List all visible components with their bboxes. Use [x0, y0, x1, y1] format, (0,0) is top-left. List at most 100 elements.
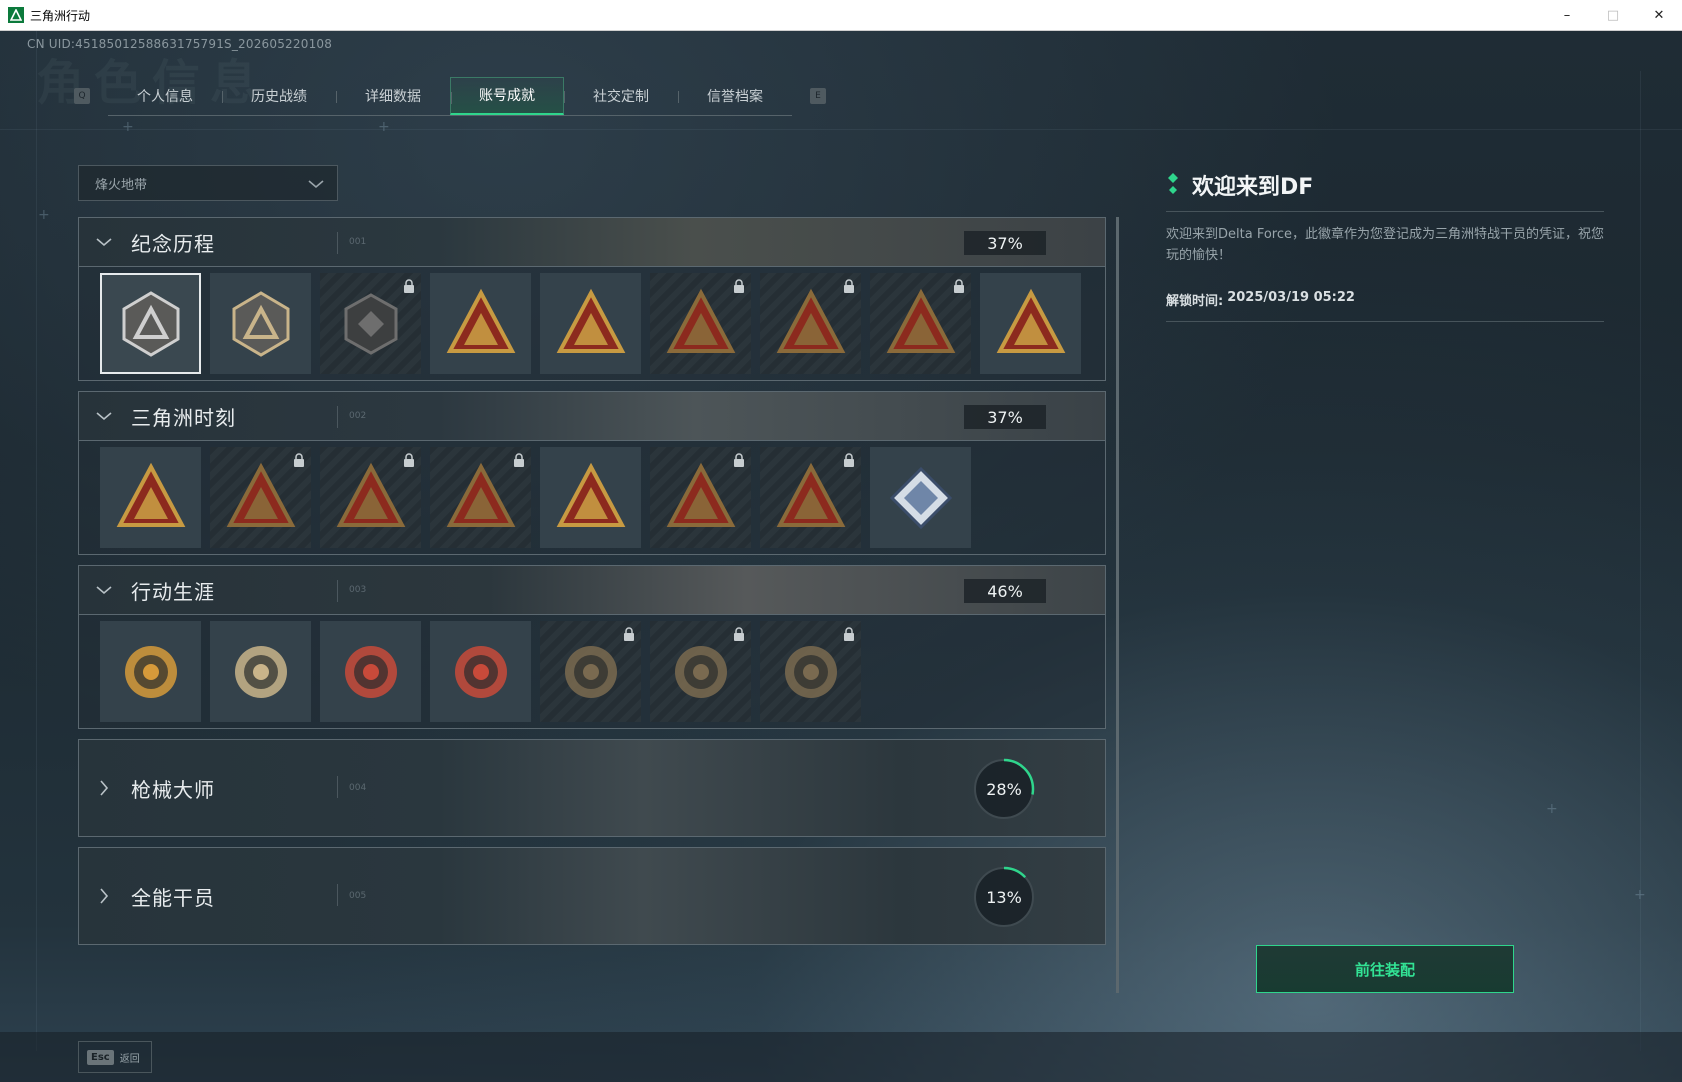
fish-emblem — [776, 462, 845, 527]
lock-icon — [624, 627, 634, 641]
section-title: 三角洲时刻 — [131, 405, 236, 430]
unlock-time-label: 解锁时间: — [1166, 294, 1224, 309]
achievement-badge[interactable] — [210, 273, 311, 374]
achievement-badge[interactable] — [870, 447, 971, 548]
chevron-right-icon — [100, 780, 109, 796]
woman-emblem — [776, 288, 845, 353]
achievement-badge[interactable] — [320, 621, 421, 722]
gear-emblem — [446, 462, 515, 527]
lock-icon — [844, 453, 854, 467]
lock-icon — [734, 627, 744, 641]
tab-detailed-data[interactable]: 详细数据 — [336, 77, 450, 115]
gold-shield-medal-emblem — [454, 645, 507, 698]
achievement-badge[interactable] — [100, 621, 201, 722]
achievement-badge[interactable] — [650, 273, 751, 374]
section-header-all-round-operator[interactable]: 全能干员 005 13% — [78, 847, 1106, 945]
bag-55-emblem — [446, 288, 515, 353]
mode-select[interactable]: 烽火地带 — [78, 165, 338, 201]
delta-shield-emblem — [122, 290, 179, 357]
lock-icon — [734, 453, 744, 467]
achievement-badge[interactable] — [870, 273, 971, 374]
lock-icon — [404, 453, 414, 467]
achievement-badge[interactable] — [210, 621, 311, 722]
maximize-button[interactable]: □ — [1590, 0, 1636, 30]
lock-icon — [844, 627, 854, 641]
section-title: 行动生涯 — [131, 579, 215, 604]
section-header-career[interactable]: 行动生涯 003 46% — [78, 565, 1106, 615]
achievement-badge[interactable] — [320, 447, 421, 548]
achievement-badge[interactable] — [650, 621, 751, 722]
back-label: 返回 — [119, 1053, 140, 1065]
chevron-right-icon — [100, 888, 109, 904]
achievement-badge[interactable] — [760, 447, 861, 548]
achievement-badge[interactable] — [650, 447, 751, 548]
section-progress: 46% — [964, 579, 1046, 603]
tab-achievements[interactable]: 账号成就 — [450, 76, 564, 115]
badge-row — [78, 267, 1106, 381]
mode-select-value: 烽火地带 — [95, 177, 148, 193]
section-index: 005 — [349, 891, 367, 901]
next-tab-key-hint[interactable]: E — [810, 88, 826, 104]
section-index: 003 — [349, 585, 367, 595]
hex-shield-emblem — [344, 292, 397, 355]
prev-tab-key-hint[interactable]: Q — [74, 88, 90, 104]
achievement-badge[interactable] — [430, 447, 531, 548]
section-header-delta-moments[interactable]: 三角洲时刻 002 37% — [78, 391, 1106, 441]
section-index: 004 — [349, 783, 367, 793]
crosshair-mark: + — [122, 119, 134, 135]
achievement-detail: 欢迎来到DF 欢迎来到Delta Force，此徽章作为您登记成为三角洲特战干员… — [1166, 167, 1604, 322]
tab-personal-info[interactable]: 个人信息 — [108, 77, 222, 115]
close-button[interactable]: ✕ — [1636, 0, 1682, 30]
bottom-bar — [0, 1032, 1682, 1082]
detail-description: 欢迎来到Delta Force，此徽章作为您登记成为三角洲特战干员的凭证，祝您玩… — [1166, 227, 1604, 263]
achievement-badge[interactable] — [210, 447, 311, 548]
tab-bar: Q 个人信息 历史战绩 详细数据 账号成就 社交定制 信誉档案 E — [74, 76, 826, 116]
section-title: 纪念历程 — [131, 231, 215, 256]
achievement-badge[interactable] — [980, 273, 1081, 374]
achievement-panel: 纪念历程 001 37% 三角洲时刻 002 37% 行动生涯 003 46% … — [78, 217, 1106, 955]
section-title: 全能干员 — [131, 885, 215, 910]
achievement-badge[interactable] — [540, 447, 641, 548]
chevron-down-icon — [96, 586, 112, 595]
back-button[interactable]: Esc 返回 — [78, 1041, 152, 1073]
diamond-icon — [1168, 173, 1178, 194]
divider — [1166, 211, 1604, 212]
tab-match-history[interactable]: 历史战绩 — [222, 77, 336, 115]
eye-emblem — [784, 645, 837, 698]
star-medal-emblem — [124, 645, 177, 698]
tabs: 个人信息 历史战绩 详细数据 账号成就 社交定制 信誉档案 — [108, 76, 792, 116]
achievement-badge[interactable] — [320, 273, 421, 374]
crosshair-mark: + — [1546, 801, 1558, 817]
badge-row — [78, 615, 1106, 729]
bg-line — [0, 129, 1682, 130]
lock-icon — [734, 279, 744, 293]
achievement-badge[interactable] — [100, 273, 201, 374]
bg-line — [36, 31, 37, 1051]
lock-icon — [954, 279, 964, 293]
section-header-memorial[interactable]: 纪念历程 001 37% — [78, 217, 1106, 267]
crosshair-mark: + — [378, 119, 390, 135]
achievement-badge[interactable] — [760, 621, 861, 722]
minimize-button[interactable]: – — [1544, 0, 1590, 30]
crosshair-mark: + — [38, 207, 50, 223]
squad-emblem — [556, 462, 625, 527]
go-equip-button[interactable]: 前往装配 — [1256, 945, 1514, 993]
crystal-book-emblem — [889, 466, 952, 529]
section-header-weapon-master[interactable]: 枪械大师 004 28% — [78, 739, 1106, 837]
section-progress: 28% — [986, 779, 1022, 799]
game-viewport: + + + + + 角色信息 CN UID:451850125886317579… — [0, 31, 1682, 1082]
achievement-badge[interactable] — [100, 447, 201, 548]
divider — [337, 232, 338, 254]
panel-scrollbar[interactable] — [1116, 217, 1119, 993]
section-index: 002 — [349, 411, 367, 421]
achievement-badge[interactable] — [430, 621, 531, 722]
tab-social[interactable]: 社交定制 — [564, 77, 678, 115]
achievement-badge[interactable] — [540, 273, 641, 374]
achievement-badge[interactable] — [760, 273, 861, 374]
achievement-badge[interactable] — [540, 621, 641, 722]
box-57-emblem — [556, 288, 625, 353]
section-progress: 37% — [964, 231, 1046, 255]
tab-reputation[interactable]: 信誉档案 — [678, 77, 792, 115]
usb-emblem — [116, 462, 185, 527]
achievement-badge[interactable] — [430, 273, 531, 374]
